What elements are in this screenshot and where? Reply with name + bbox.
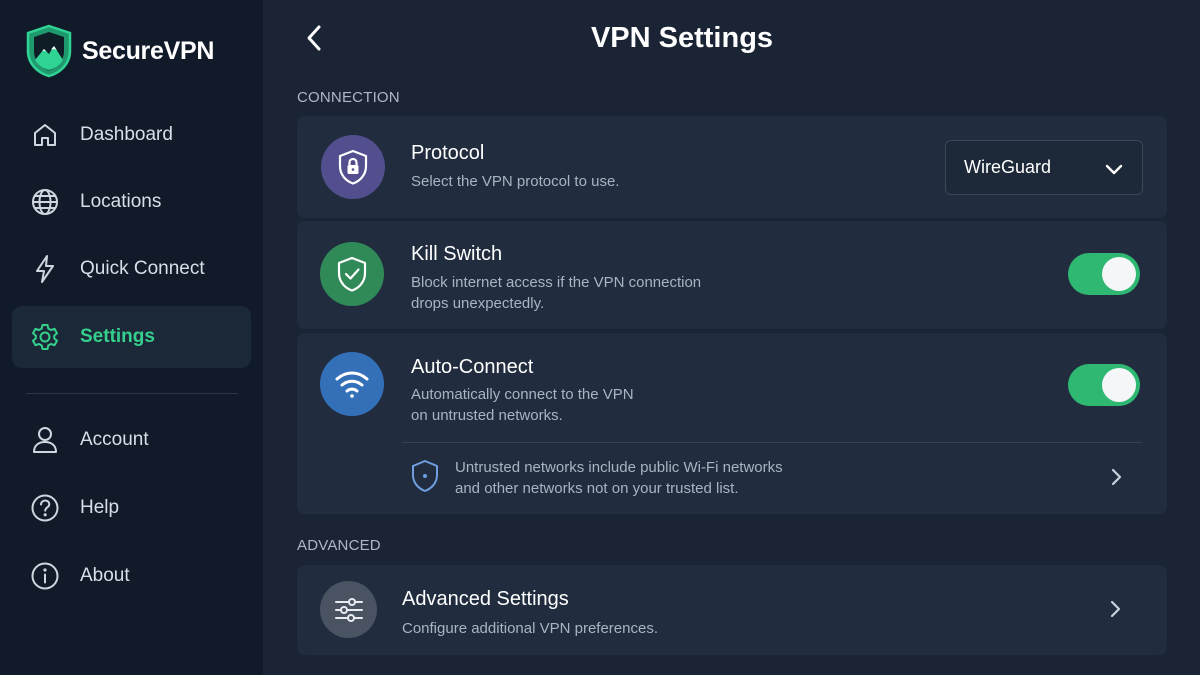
advanced-settings-title: Advanced Settings <box>402 588 569 610</box>
sidebar-item-help[interactable]: Help <box>12 477 251 539</box>
sidebar-item-dashboard[interactable]: Dashboard <box>12 104 251 166</box>
sidebar-item-settings[interactable]: Settings <box>12 306 251 368</box>
sliders-icon <box>320 581 377 638</box>
protocol-card: Protocol Select the VPN protocol to use.… <box>297 116 1167 218</box>
globe-icon <box>30 187 60 217</box>
sidebar-item-label: Dashboard <box>80 124 173 145</box>
protocol-select[interactable]: WireGuard <box>945 140 1143 195</box>
lightning-icon <box>30 254 60 284</box>
toggle-knob <box>1102 257 1136 291</box>
untrusted-networks-note: Untrusted networks include public Wi-Fi … <box>455 459 783 497</box>
sidebar-item-locations[interactable]: Locations <box>12 171 251 233</box>
back-button[interactable] <box>298 20 330 56</box>
sidebar: SecureVPN Dashboard Locations Quick Conn… <box>0 0 263 675</box>
sidebar-item-label: Quick Connect <box>80 258 205 279</box>
shield-lock-icon <box>321 135 385 199</box>
kill-switch-description: Block internet access if the VPN connect… <box>411 274 702 312</box>
kill-switch-title: Kill Switch <box>411 243 503 265</box>
untrusted-networks-link[interactable] <box>1105 464 1127 490</box>
page-title: VPN Settings <box>590 22 774 54</box>
sidebar-item-label: Help <box>80 497 120 518</box>
section-label-connection: CONNECTION <box>297 89 400 106</box>
chevron-right-icon <box>1111 468 1122 486</box>
sidebar-item-label: Account <box>80 429 149 450</box>
brand: SecureVPN <box>24 24 214 78</box>
auto-connect-toggle[interactable] <box>1068 364 1140 406</box>
section-label-advanced: ADVANCED <box>297 537 381 554</box>
chevron-left-icon <box>307 25 321 51</box>
sidebar-item-label: About <box>80 565 130 586</box>
auto-connect-description: Automatically connect to the VPN on untr… <box>411 386 634 424</box>
protocol-title: Protocol <box>411 142 485 164</box>
sidebar-item-label: Settings <box>80 326 155 347</box>
help-icon <box>30 493 60 523</box>
sidebar-item-quick-connect[interactable]: Quick Connect <box>12 238 251 300</box>
auto-connect-title: Auto-Connect <box>411 356 534 378</box>
protocol-description: Select the VPN protocol to use. <box>411 173 620 190</box>
card-divider <box>402 442 1142 443</box>
advanced-settings-description: Configure additional VPN preferences. <box>402 620 658 637</box>
sidebar-item-label: Locations <box>80 191 162 212</box>
info-icon <box>30 561 60 591</box>
user-icon <box>30 425 60 455</box>
shield-info-icon <box>412 460 438 492</box>
advanced-settings-row[interactable]: Advanced Settings Configure additional V… <box>297 565 1167 655</box>
sidebar-item-account[interactable]: Account <box>12 409 251 471</box>
chevron-down-icon <box>1105 164 1123 175</box>
shield-check-icon <box>320 242 384 306</box>
home-icon <box>30 120 60 150</box>
protocol-select-value: WireGuard <box>964 157 1052 177</box>
shield-mountain-logo-icon <box>26 24 72 78</box>
kill-switch-card: Kill Switch Block internet access if the… <box>297 221 1167 329</box>
sidebar-divider <box>26 393 238 394</box>
brand-name: SecureVPN <box>82 36 215 65</box>
gear-icon <box>30 322 60 352</box>
auto-connect-card: Auto-Connect Automatically connect to th… <box>297 333 1167 514</box>
sidebar-item-about[interactable]: About <box>12 545 251 607</box>
chevron-right-icon <box>1110 600 1121 618</box>
wifi-icon <box>320 352 384 416</box>
kill-switch-toggle[interactable] <box>1068 253 1140 295</box>
toggle-knob <box>1102 368 1136 402</box>
